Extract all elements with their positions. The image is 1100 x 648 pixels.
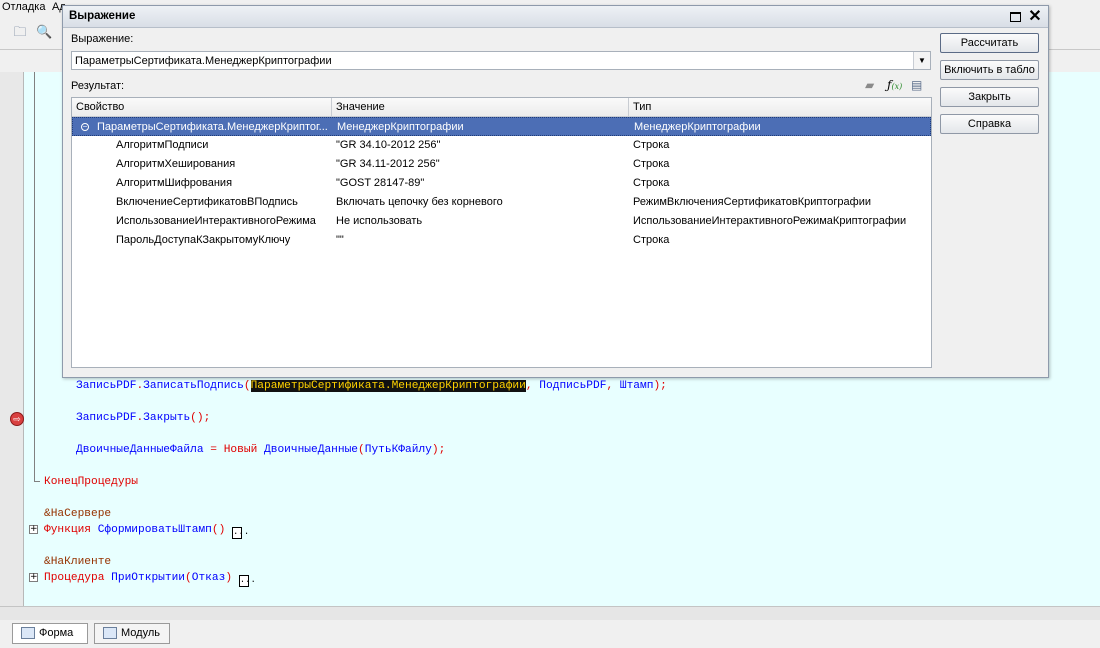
- code-line-function: Функция СформироватьШтамп() ...: [44, 524, 250, 539]
- column-header-value[interactable]: Значение: [332, 98, 629, 117]
- expression-combobox[interactable]: ▼: [71, 51, 931, 70]
- maximize-icon[interactable]: [1007, 9, 1023, 25]
- dialog-title: Выражение: [69, 10, 136, 22]
- table-row[interactable]: ВключениеСертификатовВПодпись Включать ц…: [72, 193, 931, 212]
- close-icon[interactable]: ✕: [1027, 9, 1043, 25]
- dialog-titlebar[interactable]: Выражение ✕: [63, 6, 1048, 28]
- function-icon[interactable]: ƒ(x): [887, 78, 902, 94]
- tab-module[interactable]: Модуль: [94, 623, 170, 644]
- column-header-property[interactable]: Свойство: [72, 98, 332, 117]
- code-line-procedure: Процедура ПриОткрытии(Отказ) ...: [44, 572, 256, 587]
- magnifier-icon[interactable]: 🔍: [36, 24, 52, 40]
- folder-search-icon[interactable]: 🗀: [12, 24, 28, 40]
- table-row[interactable]: − ПараметрыСертификата.МенеджерКриптог..…: [72, 117, 931, 136]
- table-row[interactable]: АлгоритмШифрования "GOST 28147-89" Строк…: [72, 174, 931, 193]
- expression-input[interactable]: [72, 52, 912, 69]
- table-row[interactable]: АлгоритмХеширования "GR 34.11-2012 256" …: [72, 155, 931, 174]
- add-to-table-button[interactable]: Включить в табло: [940, 60, 1039, 80]
- highlighted-expression: ПараметрыСертификата.МенеджерКриптографи…: [250, 380, 526, 392]
- code-line-close: ЗаписьPDF.Закрыть();: [76, 412, 211, 424]
- expression-label: Выражение:: [71, 33, 134, 45]
- code-line-write-signature: ЗаписьPDF.ЗаписатьПодпись(ПараметрыСерти…: [76, 380, 667, 392]
- fill-icon[interactable]: ▰: [865, 78, 874, 92]
- print-icon[interactable]: ▤: [911, 78, 922, 92]
- fold-line: [34, 72, 35, 482]
- table-header: Свойство Значение Тип: [72, 98, 931, 117]
- horizontal-scrollbar[interactable]: [0, 606, 1100, 620]
- code-line-end-procedure: КонецПроцедуры: [44, 476, 138, 488]
- form-icon: [21, 627, 35, 639]
- chevron-down-icon[interactable]: ▼: [913, 52, 930, 69]
- expression-dialog: Выражение ✕ Выражение: ▼ Результат: ▰ ƒ(…: [62, 5, 1049, 378]
- bottom-tabs: Форма Модуль: [0, 620, 1100, 648]
- collapsed-block-icon[interactable]: ...: [238, 575, 256, 587]
- table-row[interactable]: ИспользованиеИнтерактивногоРежима Не исп…: [72, 212, 931, 231]
- help-button[interactable]: Справка: [940, 114, 1039, 134]
- result-table[interactable]: Свойство Значение Тип − ПараметрыСертифи…: [71, 97, 932, 368]
- module-icon: [103, 627, 117, 639]
- code-line-directive-server: &НаСервере: [44, 508, 112, 520]
- close-button[interactable]: Закрыть: [940, 87, 1039, 107]
- table-row[interactable]: ПарольДоступаКЗакрытомуКлючу "" Строка: [72, 231, 931, 250]
- table-row[interactable]: АлгоритмПодписи "GR 34.10-2012 256" Стро…: [72, 136, 931, 155]
- code-line-binary-data: ДвоичныеДанныеФайла = Новый ДвоичныеДанн…: [76, 444, 446, 456]
- menu-debug[interactable]: Отладка: [2, 1, 45, 13]
- column-header-type[interactable]: Тип: [629, 98, 931, 117]
- expand-procedure-icon[interactable]: +: [29, 573, 38, 582]
- tab-form[interactable]: Форма: [12, 623, 88, 644]
- editor-gutter: [0, 72, 24, 606]
- breakpoint-icon[interactable]: ⇨: [10, 412, 24, 426]
- collapse-icon[interactable]: −: [81, 123, 89, 131]
- result-label: Результат:: [71, 80, 125, 92]
- code-line-directive-client: &НаКлиенте: [44, 556, 112, 568]
- expand-function-icon[interactable]: +: [29, 525, 38, 534]
- collapsed-block-icon[interactable]: ...: [232, 527, 249, 539]
- fold-line-end: [34, 481, 40, 482]
- calculate-button[interactable]: Рассчитать: [940, 33, 1039, 53]
